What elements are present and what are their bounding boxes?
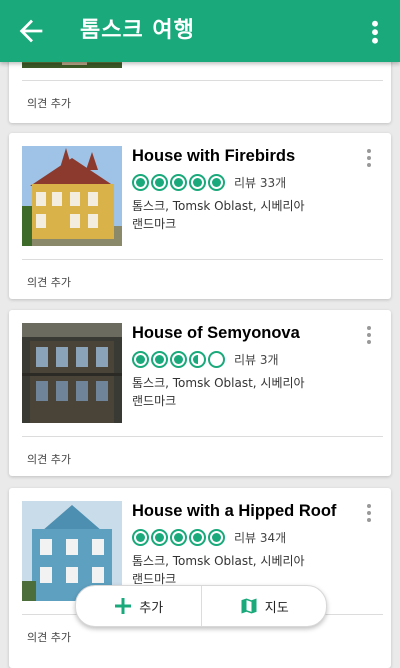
rating-bubble — [132, 528, 149, 546]
add-opinion-link[interactable]: 의견 추가 — [27, 95, 71, 111]
location-text: 톰스크, Tomsk Oblast, 시베리아 — [132, 199, 305, 213]
app-bar: 톰스크 여행 — [0, 0, 400, 62]
rating-bubble — [189, 528, 206, 546]
rating-bubble — [151, 173, 168, 191]
map-icon — [241, 598, 257, 614]
rating-bubble — [170, 173, 187, 191]
more-vert-icon[interactable] — [360, 14, 390, 48]
arrow-left-icon[interactable] — [14, 14, 48, 48]
rating-bubble — [132, 173, 149, 191]
category-text: 랜드마크 — [132, 217, 177, 231]
bottom-action-bar: 추가 지도 — [75, 585, 327, 627]
rating-bubble — [151, 350, 168, 368]
divider — [22, 80, 383, 81]
add-button-label: 추가 — [139, 600, 164, 616]
divider — [22, 259, 383, 260]
rating-bubbles: 리뷰 3개 — [132, 350, 279, 368]
rating-bubble — [208, 173, 225, 191]
category-text: 랜드마크 — [132, 394, 177, 408]
review-count[interactable]: 리뷰 34개 — [234, 529, 286, 546]
list-item[interactable]: House with a Hipped Roof 리뷰 34개 톰스크, Tom… — [9, 488, 391, 668]
location-text: 톰스크, Tomsk Oblast, 시베리아 — [132, 554, 305, 568]
rating-bubble — [208, 528, 225, 546]
rating-bubble — [208, 350, 225, 368]
review-count[interactable]: 리뷰 3개 — [234, 351, 279, 368]
more-vert-icon[interactable] — [359, 324, 379, 346]
more-vert-icon[interactable] — [359, 502, 379, 524]
add-opinion-link[interactable]: 의견 추가 — [27, 629, 71, 645]
rating-bubble — [170, 350, 187, 368]
rating-bubble — [189, 350, 206, 368]
review-count[interactable]: 리뷰 33개 — [234, 174, 286, 191]
list-item[interactable]: House with Firebirds 리뷰 33개 톰스크, Tomsk O… — [9, 133, 391, 299]
divider — [22, 436, 383, 437]
list-item[interactable]: House of Semyonova 리뷰 3개 톰스크, Tomsk Obla… — [9, 310, 391, 476]
page-title: 톰스크 여행 — [80, 18, 195, 43]
rating-bubbles: 리뷰 34개 — [132, 528, 286, 546]
attraction-name[interactable]: House with a Hipped Roof — [132, 502, 336, 521]
map-button[interactable]: 지도 — [200, 586, 327, 626]
rating-bubbles: 리뷰 33개 — [132, 173, 286, 191]
attraction-name[interactable]: House of Semyonova — [132, 324, 300, 343]
rating-bubble — [132, 350, 149, 368]
rating-bubble — [151, 528, 168, 546]
plus-icon — [115, 598, 132, 614]
more-vert-icon[interactable] — [359, 147, 379, 169]
location-text: 톰스크, Tomsk Oblast, 시베리아 — [132, 376, 305, 390]
thumbnail-image — [22, 146, 122, 246]
map-button-label: 지도 — [264, 600, 289, 616]
add-opinion-link[interactable]: 의견 추가 — [27, 451, 71, 467]
add-opinion-link[interactable]: 의견 추가 — [27, 274, 71, 290]
rating-bubble — [189, 173, 206, 191]
attraction-list[interactable]: 의견 추가 House with Firebirds 리뷰 33개 톰스크, T… — [0, 0, 400, 668]
attraction-name[interactable]: House with Firebirds — [132, 147, 295, 166]
add-button[interactable]: 추가 — [76, 586, 201, 626]
thumbnail-image — [22, 323, 122, 423]
rating-bubble — [170, 528, 187, 546]
